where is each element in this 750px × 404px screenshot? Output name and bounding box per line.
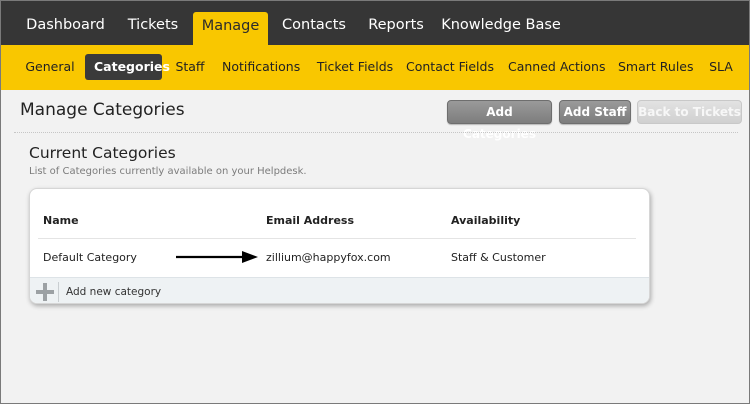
subnav-general[interactable]: General [24,45,76,90]
section-title: Current Categories [29,144,176,162]
subnav-notifications[interactable]: Notifications [222,45,300,90]
add-row-separator [58,282,59,302]
page-title: Manage Categories [20,100,185,120]
plus-icon[interactable] [36,283,54,301]
subnav-categories[interactable]: Categories [85,54,170,80]
section-subtitle: List of Categories currently available o… [29,166,307,177]
tab-dashboard[interactable]: Dashboard [18,0,113,45]
subnav-sla[interactable]: SLA [706,45,736,90]
header-divider [38,238,636,239]
arrow-right-icon [176,251,258,263]
tab-manage[interactable]: Manage [193,12,268,45]
subnav-smart-rules[interactable]: Smart Rules [618,45,694,90]
category-email-cell: zillium@happyfox.com [266,251,391,264]
subnav-contact-fields[interactable]: Contact Fields [406,45,494,90]
divider [14,132,738,133]
tab-contacts[interactable]: Contacts [274,0,354,45]
category-name-cell[interactable]: Default Category [43,251,137,264]
add-categories-button[interactable]: Add Categories [447,100,552,141]
add-new-category-label[interactable]: Add new category [66,286,161,298]
add-category-row[interactable]: Add new category [30,277,649,303]
top-nav: Dashboard Tickets Manage Contacts Report… [0,0,750,45]
add-staff-button[interactable]: Add Staff [559,100,631,124]
subnav-canned-actions[interactable]: Canned Actions [508,45,606,90]
subnav-staff[interactable]: Staff [172,45,208,90]
tab-reports[interactable]: Reports [358,0,434,45]
tab-tickets[interactable]: Tickets [116,0,190,45]
column-header-name: Name [43,214,79,227]
sub-nav: General Categories Staff Notifications T… [0,45,750,90]
column-header-availability: Availability [451,214,521,227]
subnav-ticket-fields[interactable]: Ticket Fields [316,45,394,90]
column-header-email: Email Address [266,214,355,227]
category-availability-cell: Staff & Customer [451,251,546,264]
tab-knowledge-base[interactable]: Knowledge Base [440,0,562,45]
categories-table: Name Email Address Availability Default … [29,188,650,304]
back-to-tickets-button[interactable]: Back to Tickets [637,100,742,124]
